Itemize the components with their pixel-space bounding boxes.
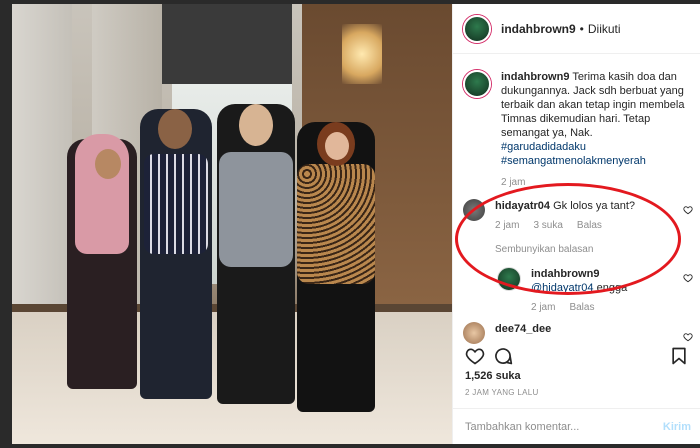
comment-username[interactable]: dee74_dee bbox=[495, 323, 551, 335]
add-comment-bar: Kirim bbox=[453, 408, 700, 444]
commenter-avatar[interactable] bbox=[463, 322, 485, 344]
reply-button[interactable]: Balas bbox=[577, 219, 602, 233]
photo-elevator bbox=[162, 4, 292, 84]
bookmark-icon[interactable] bbox=[669, 346, 689, 366]
heart-icon[interactable] bbox=[683, 205, 693, 215]
comment-username[interactable]: hidayatr04 bbox=[495, 200, 550, 212]
comment-item: dee74_dee bbox=[463, 322, 695, 344]
comment-text: Gk lolos ya tant? bbox=[553, 200, 636, 212]
heart-icon[interactable] bbox=[683, 273, 693, 283]
reply-button[interactable]: Balas bbox=[569, 301, 594, 315]
post-header: indahbrown9 • Diikuti bbox=[453, 4, 700, 54]
reply-text: engga bbox=[596, 282, 628, 294]
comment-icon[interactable] bbox=[493, 346, 513, 366]
hashtag-link[interactable]: #semangatmenolakmenyerah bbox=[501, 154, 695, 168]
photo-person-boy-striped bbox=[140, 109, 212, 399]
comment-likes[interactable]: 3 suka bbox=[533, 219, 562, 233]
reply-username[interactable]: indahbrown9 bbox=[531, 267, 687, 281]
heart-icon[interactable] bbox=[683, 332, 693, 342]
hide-replies-button[interactable]: Sembunyikan balasan bbox=[495, 243, 685, 257]
caption-username[interactable]: indahbrown9 bbox=[501, 71, 569, 83]
post-sidebar: indahbrown9 • Diikuti indahbrown9 Terima… bbox=[452, 4, 700, 444]
caption: indahbrown9 Terima kasih doa dan dukunga… bbox=[463, 70, 695, 190]
reply-mention[interactable]: @hidayatr04 bbox=[531, 282, 594, 294]
photo-person-mother bbox=[67, 134, 137, 389]
author-username[interactable]: indahbrown9 bbox=[501, 22, 576, 36]
photo-pillar bbox=[12, 4, 72, 304]
reply-item: indahbrown9 @hidayatr04 engga 2 jam Bala… bbox=[497, 267, 695, 315]
reply-time: 2 jam bbox=[531, 302, 556, 313]
heart-icon[interactable] bbox=[465, 346, 485, 366]
post-time: 2 JAM YANG LALU bbox=[465, 388, 539, 397]
action-bar bbox=[453, 344, 700, 372]
caption-time: 2 jam bbox=[501, 177, 526, 188]
comment-input[interactable] bbox=[465, 420, 645, 433]
commenter-avatar[interactable] bbox=[463, 199, 485, 221]
photo-lamp bbox=[342, 24, 382, 84]
hashtag-link[interactable]: #garudadidadaku bbox=[501, 140, 695, 154]
photo-person-boy-grey bbox=[217, 104, 295, 404]
caption-avatar[interactable] bbox=[463, 70, 491, 98]
likes-count[interactable]: 1,526 suka bbox=[465, 370, 521, 382]
author-avatar[interactable] bbox=[463, 14, 491, 43]
comments-list[interactable]: indahbrown9 Terima kasih doa dan dukunga… bbox=[453, 54, 700, 344]
reply-avatar[interactable] bbox=[497, 267, 521, 291]
photo-person-woman-leopard bbox=[297, 122, 375, 412]
post-comment-button[interactable]: Kirim bbox=[663, 421, 691, 433]
comment-time: 2 jam bbox=[495, 220, 520, 231]
post-photo bbox=[12, 4, 452, 444]
separator-dot: • bbox=[579, 21, 584, 36]
comment-item: hidayatr04 Gk lolos ya tant? 2 jam 3 suk… bbox=[463, 199, 695, 257]
follow-status[interactable]: Diikuti bbox=[588, 22, 621, 36]
